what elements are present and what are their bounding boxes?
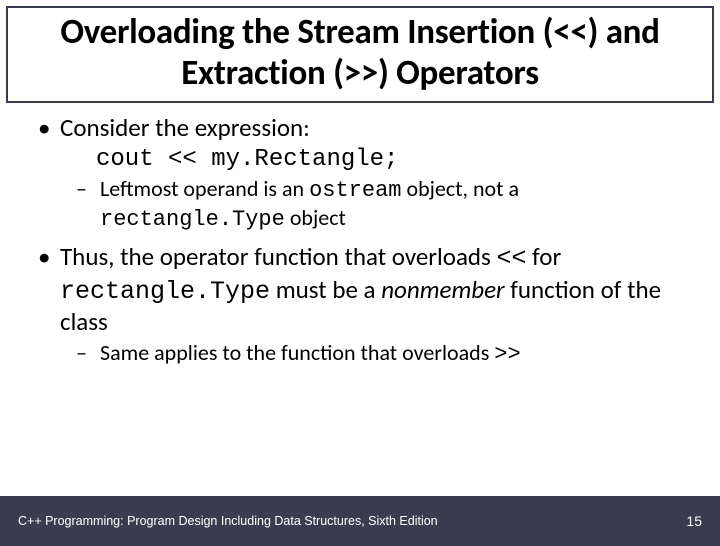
bullet-1: Consider the expression: cout << my.Rect… bbox=[34, 113, 686, 234]
bullet-2: Thus, the operator function that overloa… bbox=[34, 242, 686, 368]
bullet-1-text: Consider the expression: bbox=[60, 112, 310, 143]
b2s-code: >> bbox=[494, 342, 520, 367]
b2-mid: for bbox=[527, 241, 562, 272]
slide-title-box: Overloading the Stream Insertion (<<) an… bbox=[6, 6, 714, 103]
bullet-1-sublist: Leftmost operand is an ostream object, n… bbox=[60, 176, 686, 234]
footer-text: C++ Programming: Program Design Includin… bbox=[18, 514, 438, 528]
b1s-code2: rectangle.Type bbox=[100, 207, 285, 232]
slide-title: Overloading the Stream Insertion (<<) an… bbox=[18, 12, 702, 95]
b2-mid2: must be a bbox=[270, 274, 381, 305]
b1s-code1: ostream bbox=[309, 178, 401, 203]
b1s-pre: Leftmost operand is an bbox=[100, 175, 309, 202]
slide-content: Consider the expression: cout << my.Rect… bbox=[0, 103, 720, 369]
bullet-2-sublist: Same applies to the function that overlo… bbox=[60, 340, 686, 369]
bullet-2-sub: Same applies to the function that overlo… bbox=[76, 340, 686, 369]
b2s-pre: Same applies to the function that overlo… bbox=[100, 339, 494, 366]
bullet-1-code: cout << my.Rectangle; bbox=[96, 145, 686, 174]
bullet-list: Consider the expression: cout << my.Rect… bbox=[34, 113, 686, 369]
b2-em: nonmember bbox=[381, 274, 504, 305]
bullet-1-sub: Leftmost operand is an ostream object, n… bbox=[76, 176, 686, 234]
b1s-mid: object, not a bbox=[402, 175, 520, 202]
slide-footer: C++ Programming: Program Design Includin… bbox=[0, 496, 720, 546]
b2-code1: << bbox=[497, 244, 527, 273]
page-number: 15 bbox=[686, 513, 702, 529]
b2-pre: Thus, the operator function that overloa… bbox=[60, 241, 497, 272]
b2-code2: rectangle.Type bbox=[60, 277, 270, 306]
b1s-post: object bbox=[285, 204, 346, 231]
